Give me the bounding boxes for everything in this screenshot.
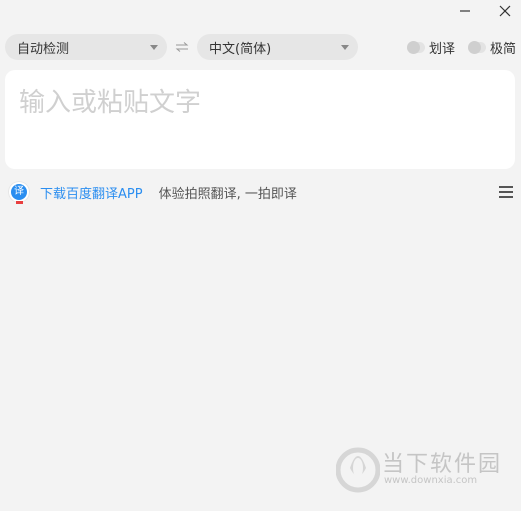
close-button[interactable] bbox=[488, 0, 521, 22]
huayi-label: 划译 bbox=[429, 41, 456, 57]
watermark-logo-icon bbox=[336, 447, 380, 493]
source-language-select[interactable]: 自动检测 bbox=[5, 34, 167, 60]
watermark-url: www.downxia.com bbox=[384, 475, 478, 486]
source-language-label: 自动检测 bbox=[17, 41, 70, 57]
jijian-label: 极简 bbox=[490, 41, 517, 57]
chevron-down-icon bbox=[150, 45, 158, 50]
source-text-input[interactable] bbox=[19, 82, 501, 157]
promo-description: 体验拍照翻译, 一拍即译 bbox=[158, 186, 297, 202]
minimize-icon bbox=[460, 10, 470, 12]
swap-languages-button[interactable] bbox=[174, 38, 190, 56]
watermark-name: 当下软件园 bbox=[382, 452, 503, 477]
chevron-down-icon bbox=[341, 45, 349, 50]
baidu-translate-app-icon: 译 bbox=[8, 181, 30, 204]
target-language-select[interactable]: 中文(简体) bbox=[197, 34, 358, 60]
target-language-label: 中文(简体) bbox=[209, 41, 272, 57]
app-icon-glyph: 译 bbox=[11, 184, 27, 200]
swap-arrows-icon bbox=[175, 42, 189, 52]
toggle-switch-icon bbox=[468, 40, 486, 54]
hamburger-menu-icon bbox=[498, 186, 514, 198]
close-icon bbox=[499, 5, 511, 17]
title-bar bbox=[0, 0, 521, 24]
minimize-button[interactable] bbox=[448, 0, 482, 22]
app-promo-bar: 译 下载百度翻译APP 体验拍照翻译, 一拍即译 bbox=[8, 181, 514, 204]
huayi-toggle[interactable]: 划译 bbox=[407, 38, 456, 57]
menu-button[interactable] bbox=[498, 184, 514, 200]
toggle-switch-icon bbox=[407, 40, 425, 54]
watermark: 当下软件园 www.downxia.com bbox=[336, 438, 516, 498]
source-text-area bbox=[5, 70, 515, 169]
download-app-link[interactable]: 下载百度翻译APP bbox=[40, 183, 143, 202]
jijian-toggle[interactable]: 极简 bbox=[468, 38, 517, 57]
